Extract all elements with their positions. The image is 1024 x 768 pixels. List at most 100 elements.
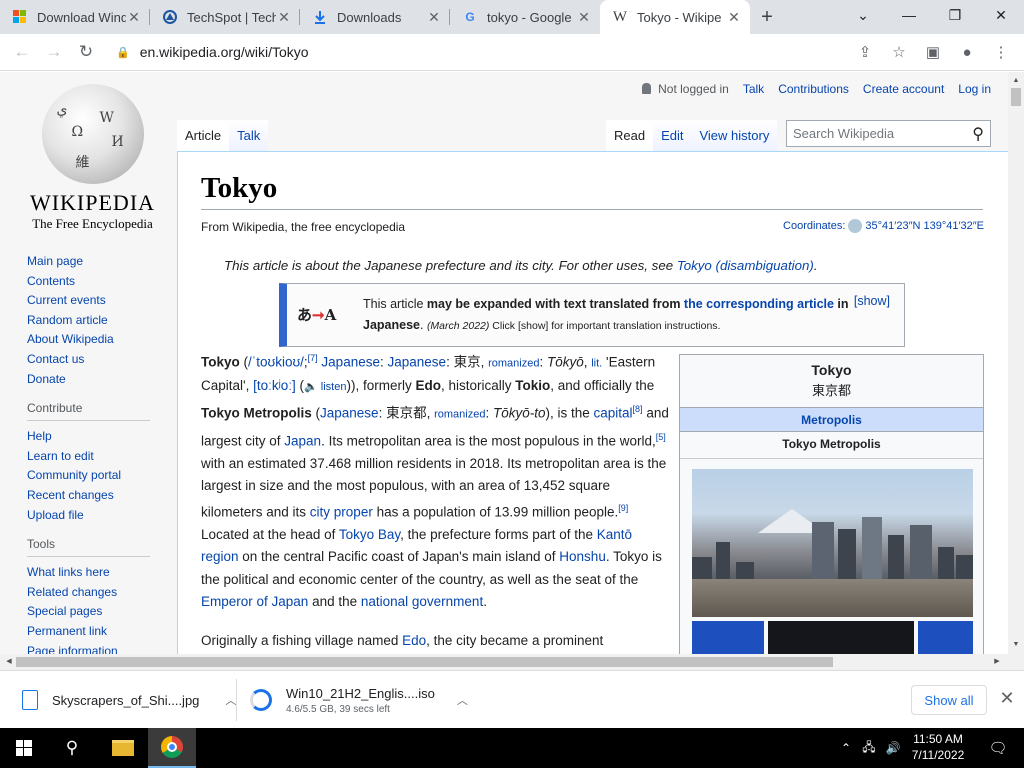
sidebar-item-donate[interactable]: Donate xyxy=(27,370,176,390)
download-item[interactable]: Skyscrapers_of_Shi....jpg ︿ xyxy=(22,683,236,717)
night-image[interactable] xyxy=(768,621,914,654)
address-bar[interactable]: 🔒 en.wikipedia.org/wiki/Tokyo xyxy=(106,38,896,66)
tab-wikipedia-tokyo[interactable]: W Tokyo - Wikipe ✕ xyxy=(600,0,750,34)
create-account-link[interactable]: Create account xyxy=(863,82,944,96)
window-controls: ⌄ — ❐ ✕ xyxy=(840,0,1024,30)
search-input[interactable]: Search Wikipedia ⚲ xyxy=(786,120,991,147)
sidebar-item-contact[interactable]: Contact us xyxy=(27,350,176,370)
sidebar-item-main-page[interactable]: Main page xyxy=(27,252,176,272)
notifications-icon[interactable]: 🗨 xyxy=(978,728,1018,768)
tab-view-history[interactable]: View history xyxy=(691,120,778,151)
download-item[interactable]: Win10_21H2_Englis....iso 4.6/5.5 GB, 39 … xyxy=(250,683,468,717)
infobox-type-link[interactable]: Metropolis xyxy=(680,407,983,432)
network-icon[interactable]: 🖧 xyxy=(858,728,880,768)
chevron-up-icon[interactable]: ︿ xyxy=(457,692,468,708)
globe-icon[interactable] xyxy=(848,219,863,233)
hatnote: This article is about the Japanese prefe… xyxy=(224,258,818,273)
nav-contribute: Contribute Help Learn to edit Community … xyxy=(0,401,176,525)
contributions-link[interactable]: Contributions xyxy=(778,82,849,96)
bookmark-star-icon[interactable]: ☆ xyxy=(882,38,916,66)
forward-button[interactable]: → xyxy=(38,37,70,67)
close-download-bar-icon[interactable]: ✕ xyxy=(997,688,1017,710)
share-icon[interactable]: ⇪ xyxy=(848,38,882,66)
search-icon[interactable]: ⚲ xyxy=(972,124,984,144)
sidebar-item-community-portal[interactable]: Community portal xyxy=(27,466,176,486)
scroll-up-arrow-icon[interactable]: ▲ xyxy=(1008,74,1024,88)
tab-close-icon[interactable]: ✕ xyxy=(576,9,592,26)
sidebar-item-special-pages[interactable]: Special pages xyxy=(27,602,176,622)
profile-icon[interactable]: ● xyxy=(950,38,984,66)
tab-title: Download Wind xyxy=(37,9,126,25)
volume-icon[interactable]: 🔊 xyxy=(882,728,904,768)
url-text[interactable]: en.wikipedia.org/wiki/Tokyo xyxy=(140,44,309,60)
start-button[interactable] xyxy=(0,728,48,768)
para2-a: Originally a fishing village named xyxy=(201,633,403,648)
notice-date: (March 2022) xyxy=(426,320,490,332)
wikipedia-logo[interactable]: Ω W И 維 ي WIKIPEDIA The Free Encyclopedi… xyxy=(25,84,160,231)
horizontal-scroll-thumb[interactable] xyxy=(16,657,833,667)
login-link[interactable]: Log in xyxy=(958,82,991,96)
scroll-down-arrow-icon[interactable]: ▼ xyxy=(1008,638,1024,652)
sidebar-item-related-changes[interactable]: Related changes xyxy=(27,583,176,603)
disambiguation-link[interactable]: Tokyo (disambiguation) xyxy=(677,258,814,273)
tab-techspot[interactable]: TechSpot | Tech ✕ xyxy=(150,0,300,34)
new-tab-button[interactable]: + xyxy=(750,0,784,34)
reload-button[interactable]: ↻ xyxy=(70,37,102,67)
tab-downloads[interactable]: Downloads ✕ xyxy=(300,0,450,34)
coordinates-value[interactable]: 35°41′23″N 139°41′32″E xyxy=(865,220,984,232)
tab-close-icon[interactable]: ✕ xyxy=(726,9,742,26)
vertical-scroll-thumb[interactable] xyxy=(1011,88,1021,106)
lock-icon[interactable]: 🔒 xyxy=(116,46,130,59)
sidebar-item-what-links-here[interactable]: What links here xyxy=(27,563,176,583)
tab-close-icon[interactable]: ✕ xyxy=(276,9,292,26)
menu-icon[interactable]: ⋮ xyxy=(984,38,1018,66)
chrome-taskbar-icon[interactable] xyxy=(148,728,196,768)
globe-glyph: ي xyxy=(56,102,68,118)
sidebar-item-recent-changes[interactable]: Recent changes xyxy=(27,486,176,506)
tab-edit[interactable]: Edit xyxy=(653,120,692,151)
sidebar-item-learn-to-edit[interactable]: Learn to edit xyxy=(27,447,176,467)
side-panel-icon[interactable]: ▣ xyxy=(916,38,950,66)
horizontal-scrollbar[interactable]: ◀ ▶ xyxy=(0,654,1024,670)
sidebar-item-page-information[interactable]: Page information xyxy=(27,642,176,655)
sidebar-item-contents[interactable]: Contents xyxy=(27,272,176,292)
windows-logo-icon xyxy=(12,9,28,25)
sidebar-item-current-events[interactable]: Current events xyxy=(27,291,176,311)
tab-talk[interactable]: Talk xyxy=(229,120,269,151)
sidebar-item-upload-file[interactable]: Upload file xyxy=(27,506,176,526)
scroll-left-arrow-icon[interactable]: ◀ xyxy=(2,654,16,670)
restore-button[interactable]: ❐ xyxy=(932,0,978,30)
back-button[interactable]: ← xyxy=(6,37,38,67)
skyline-image[interactable] xyxy=(692,469,973,617)
coordinates-label[interactable]: Coordinates: xyxy=(783,220,845,232)
tab-search-button[interactable]: ⌄ xyxy=(840,0,886,30)
tokyo-tower-image[interactable] xyxy=(692,621,764,654)
close-window-button[interactable]: ✕ xyxy=(978,0,1024,30)
sidebar-item-random-article[interactable]: Random article xyxy=(27,311,176,331)
tray-overflow-icon[interactable]: ⌃ xyxy=(836,728,856,768)
skytree-image[interactable] xyxy=(918,621,973,654)
notice-t5: Click [show] for important translation i… xyxy=(489,320,721,332)
edo-link[interactable]: Edo xyxy=(402,633,426,648)
sidebar-item-permanent-link[interactable]: Permanent link xyxy=(27,622,176,642)
file-explorer-icon[interactable] xyxy=(100,728,146,768)
sidebar-item-help[interactable]: Help xyxy=(27,427,176,447)
scroll-right-arrow-icon[interactable]: ▶ xyxy=(990,654,1004,670)
show-button[interactable]: [show] xyxy=(854,294,890,308)
hatnote-text: This article is about the Japanese prefe… xyxy=(224,258,677,273)
tab-close-icon[interactable]: ✕ xyxy=(126,9,142,26)
vertical-scrollbar[interactable]: ▲ ▼ xyxy=(1008,72,1024,654)
clock[interactable]: 11:50 AM 7/11/2022 xyxy=(906,731,970,763)
minimize-button[interactable]: — xyxy=(886,0,932,30)
tab-download-windows[interactable]: Download Wind ✕ xyxy=(0,0,150,34)
search-taskbar-icon[interactable]: ⚲ xyxy=(48,728,96,768)
tab-close-icon[interactable]: ✕ xyxy=(426,9,442,26)
talk-link[interactable]: Talk xyxy=(743,82,764,96)
tab-read[interactable]: Read xyxy=(606,120,654,151)
corresponding-article-link[interactable]: the corresponding article xyxy=(684,297,834,311)
tab-google-search[interactable]: G tokyo - Google ✕ xyxy=(450,0,600,34)
show-all-button[interactable]: Show all xyxy=(911,685,987,715)
tab-article[interactable]: Article xyxy=(177,120,230,151)
chevron-up-icon[interactable]: ︿ xyxy=(225,692,236,708)
sidebar-item-about[interactable]: About Wikipedia xyxy=(27,330,176,350)
